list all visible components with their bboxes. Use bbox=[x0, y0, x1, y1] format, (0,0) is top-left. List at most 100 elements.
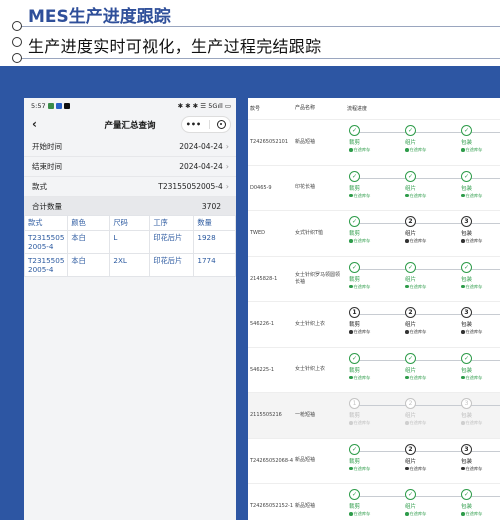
progress-row[interactable]: T24265052101 新品短袖 ✓ 裁剪 在途库存 ✓ 组片 在途库存 ✓ 包… bbox=[248, 120, 500, 166]
step-label: 组片 bbox=[405, 504, 417, 510]
total-row: 合计数量 3702 bbox=[24, 197, 236, 215]
column-header: 数量 bbox=[193, 215, 236, 231]
progress-row[interactable]: 546225-1 女士针织上衣 ✓ 裁剪 在途库存 ✓ 组片 在途库存 ✓ 包装 … bbox=[248, 348, 500, 393]
check-icon: ✓ bbox=[405, 170, 416, 182]
process-step[interactable]: 3 包装 在途库存 bbox=[461, 443, 500, 472]
step-info: 在途库存 bbox=[405, 238, 426, 244]
table-row[interactable]: T2315505 2005-4 本白 2XL 印花后片 1774 bbox=[24, 253, 236, 277]
info-dot-icon bbox=[349, 239, 353, 243]
check-icon: ✓ bbox=[349, 489, 360, 500]
step-label: 裁剪 bbox=[349, 140, 361, 146]
order-number: T24265052068-4 bbox=[250, 457, 294, 464]
process-step[interactable]: ✓ 组片 在途库存 bbox=[405, 352, 445, 381]
step-info: 在途库存 bbox=[405, 147, 426, 153]
info-dot-icon bbox=[461, 239, 465, 243]
end-date-field[interactable]: 结束时间 2024-04-24 › bbox=[24, 157, 236, 177]
field-value: 2024-04-24 bbox=[179, 142, 223, 151]
process-step[interactable]: 1 裁剪 在途库存 bbox=[349, 398, 389, 426]
order-number: T24265052101 bbox=[250, 139, 289, 146]
check-icon: ✓ bbox=[461, 352, 472, 364]
step-info: 在途库存 bbox=[349, 284, 370, 290]
process-step[interactable]: ✓ 包装 在途库存 bbox=[461, 170, 500, 199]
process-step[interactable]: ✓ 裁剪 在途库存 bbox=[349, 443, 389, 472]
process-step[interactable]: ✓ 包装 在途库存 bbox=[461, 261, 500, 290]
process-step[interactable]: 2 组片 在途库存 bbox=[405, 443, 445, 472]
step-number-icon: 1 bbox=[349, 307, 360, 318]
step-info: 在途库存 bbox=[461, 193, 482, 199]
check-icon: ✓ bbox=[461, 125, 472, 136]
info-dot-icon bbox=[405, 421, 409, 425]
step-label: 组片 bbox=[405, 458, 417, 465]
process-step[interactable]: ✓ 组片 在途库存 bbox=[405, 125, 445, 153]
step-info-text: 在途库存 bbox=[353, 374, 371, 380]
step-label: 组片 bbox=[405, 231, 417, 237]
check-icon: ✓ bbox=[461, 261, 472, 273]
process-step[interactable]: ✓ 裁剪 在途库存 bbox=[349, 352, 389, 381]
close-miniprogram-icon[interactable] bbox=[217, 120, 227, 129]
chevron-right-icon: › bbox=[225, 162, 229, 171]
start-date-field[interactable]: 开始时间 2024-04-24 › bbox=[24, 137, 236, 157]
step-info-text: 在途库存 bbox=[465, 465, 483, 471]
process-track: ✓ 裁剪 在途库存 ✓ 组片 在途库存 ✓ 包装 在途库存 bbox=[347, 120, 500, 165]
progress-row[interactable]: T24265052068-4 新品短袖 ✓ 裁剪 在途库存 2 组片 在途库存 3… bbox=[248, 439, 500, 484]
progress-row[interactable]: 2145828-1 女士针织罗马领圆领长袖 ✓ 裁剪 在途库存 ✓ 组片 在途库存… bbox=[248, 257, 500, 302]
step-info-text: 在途库存 bbox=[465, 329, 483, 334]
process-step[interactable]: 2 组片 在途库存 bbox=[405, 216, 445, 244]
process-step[interactable]: 2 组片 在途库存 bbox=[405, 398, 445, 426]
process-step[interactable]: ✓ 裁剪 在途库存 bbox=[349, 489, 389, 517]
check-icon: ✓ bbox=[349, 443, 360, 455]
process-step[interactable]: ✓ 裁剪 在途库存 bbox=[349, 216, 389, 244]
step-info: 在途库存 bbox=[461, 329, 482, 335]
process-step[interactable]: 3 包装 在途库存 bbox=[461, 216, 500, 244]
column-header: 尺码 bbox=[109, 215, 151, 231]
step-info-text: 在途库存 bbox=[353, 238, 371, 243]
process-step[interactable]: ✓ 包装 在途库存 bbox=[461, 125, 500, 153]
info-dot-icon bbox=[461, 421, 465, 425]
step-label: 包装 bbox=[461, 185, 473, 192]
table-row[interactable]: T2315505 2005-4 本白 L 印花后片 1928 bbox=[24, 230, 236, 254]
step-label: 包装 bbox=[461, 413, 473, 419]
app-notification-icon bbox=[47, 102, 54, 109]
process-step[interactable]: ✓ 组片 在途库存 bbox=[405, 261, 445, 290]
column-header: 颜色 bbox=[67, 215, 111, 231]
process-step[interactable]: ✓ 裁剪 在途库存 bbox=[349, 261, 389, 290]
progress-row[interactable]: TWED 女式针织T恤 ✓ 裁剪 在途库存 2 组片 在途库存 3 包装 在途库存 bbox=[248, 211, 500, 257]
step-label: 包装 bbox=[461, 367, 473, 374]
step-info: 在途库存 bbox=[349, 238, 370, 244]
step-label: 裁剪 bbox=[349, 413, 361, 419]
field-value: T23155052005-4 bbox=[158, 182, 223, 191]
process-step[interactable]: ✓ 裁剪 在途库存 bbox=[349, 170, 389, 199]
progress-row[interactable]: D0465-9 印花长袖 ✓ 裁剪 在途库存 ✓ 组片 在途库存 ✓ 包装 在途库… bbox=[248, 166, 500, 211]
process-step[interactable]: 3 包装 在途库存 bbox=[461, 398, 500, 426]
process-step[interactable]: ✓ 包装 在途库存 bbox=[461, 352, 500, 381]
process-step[interactable]: 1 裁剪 在途库存 bbox=[349, 307, 389, 335]
app-notification-icon bbox=[63, 102, 70, 109]
field-label: 款式 bbox=[32, 182, 47, 191]
process-step[interactable]: ✓ 包装 在途库存 bbox=[461, 489, 500, 517]
table-cell: T2315505 2005-4 bbox=[24, 253, 69, 277]
process-step[interactable]: ✓ 组片 在途库存 bbox=[405, 489, 445, 517]
style-field[interactable]: 款式 T23155052005-4 › bbox=[24, 177, 236, 197]
progress-row[interactable]: 546226-1 女士针织上衣 1 裁剪 在途库存 2 组片 在途库存 3 包装 … bbox=[248, 302, 500, 348]
progress-row[interactable]: T24265052152-1 新品短袖 ✓ 裁剪 在途库存 ✓ 组片 在途库存 ✓… bbox=[248, 484, 500, 520]
progress-row[interactable]: 2115505216 一枪短袖 1 裁剪 在途库存 2 组片 在途库存 3 包装 … bbox=[248, 393, 500, 439]
table-cell: 印花后片 bbox=[149, 253, 195, 277]
product-name: 女士针织上衣 bbox=[295, 320, 326, 327]
table-cell: 2XL bbox=[109, 253, 151, 277]
process-step[interactable]: ✓ 裁剪 在途库存 bbox=[349, 125, 389, 153]
process-step[interactable]: 3 包装 在途库存 bbox=[461, 307, 500, 335]
status-time: 5:57 bbox=[31, 101, 46, 110]
step-number-icon: 2 bbox=[405, 398, 416, 409]
step-info-text: 在途库存 bbox=[465, 147, 483, 152]
step-number-icon: 1 bbox=[349, 398, 360, 409]
step-info-text: 在途库存 bbox=[465, 238, 483, 243]
step-info-text: 在途库存 bbox=[465, 511, 483, 516]
more-icon[interactable]: ••• bbox=[186, 120, 201, 129]
process-step[interactable]: ✓ 组片 在途库存 bbox=[405, 170, 445, 199]
back-icon[interactable]: ‹ bbox=[32, 117, 37, 131]
step-info-text: 在途库存 bbox=[409, 465, 427, 471]
page-title: MES生产进度跟踪 bbox=[28, 7, 171, 27]
info-dot-icon bbox=[405, 239, 409, 243]
process-step[interactable]: 2 组片 在途库存 bbox=[405, 307, 445, 335]
step-number-icon: 3 bbox=[461, 216, 472, 227]
